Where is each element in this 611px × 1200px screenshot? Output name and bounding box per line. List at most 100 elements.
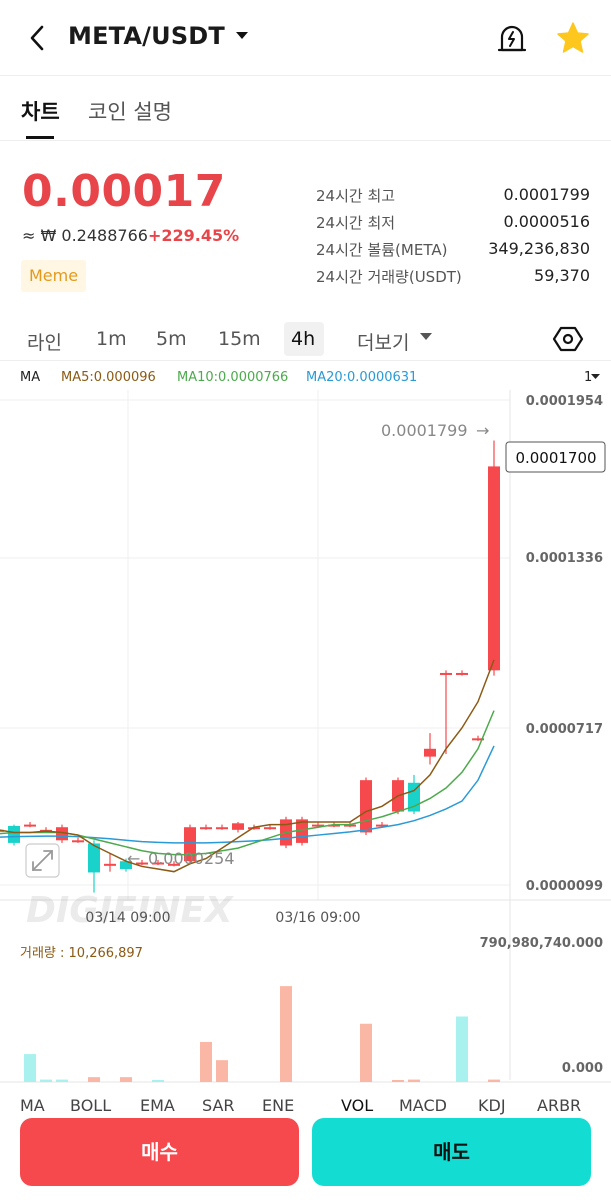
- stat-turnover-value: 59,370: [534, 266, 590, 285]
- indicator-macd[interactable]: MACD: [399, 1096, 447, 1115]
- intervals-divider: [0, 360, 611, 361]
- chevron-left-icon: [30, 25, 44, 51]
- tabs-divider: [0, 140, 611, 141]
- y-tick-label: 0.0000099: [526, 879, 603, 894]
- arrow-right-icon: →: [476, 421, 489, 440]
- indicator-kdj[interactable]: KDJ: [478, 1096, 506, 1115]
- indicator-ema[interactable]: EMA: [140, 1096, 175, 1115]
- hexagon-settings-icon: [552, 326, 584, 352]
- volume-bar: [56, 1079, 68, 1082]
- indicator-ene[interactable]: ENE: [262, 1096, 294, 1115]
- indicator-selector: MA BOLL EMA SAR ENE VOL MACD KDJ ARBR: [0, 1088, 611, 1118]
- moving-average-lines: [0, 659, 495, 873]
- chart-settings-button[interactable]: [552, 322, 584, 356]
- volume-bar: [40, 1079, 52, 1082]
- stat-turnover-label: 24시간 거래량(USDT): [316, 268, 462, 286]
- y-tick-label: 0.0001954: [526, 394, 603, 409]
- interval-more[interactable]: 더보기: [357, 328, 409, 355]
- candle-body: [8, 825, 20, 843]
- volume-bar: [408, 1079, 420, 1082]
- volume-bar: [120, 1077, 132, 1082]
- x-tick-label: 03/14 09:00: [85, 910, 170, 926]
- candles: [0, 440, 500, 893]
- candle-body: [264, 827, 276, 830]
- header: META/USDT: [0, 0, 611, 76]
- interval-line[interactable]: 라인: [27, 328, 62, 355]
- ma-label: MA: [20, 370, 41, 385]
- buy-button[interactable]: 매수: [20, 1118, 299, 1186]
- volume-bar: [360, 1023, 372, 1082]
- candle-body: [200, 827, 212, 830]
- tab-chart[interactable]: 차트: [21, 96, 60, 126]
- volume-bar: [488, 1079, 500, 1082]
- volume-bar: [280, 986, 292, 1082]
- caret-down-icon[interactable]: [591, 374, 600, 380]
- krw-price: ≈ ₩ 0.2488766: [22, 226, 148, 245]
- last-price: 0.00017: [22, 166, 226, 217]
- indicator-boll[interactable]: BOLL: [70, 1096, 111, 1115]
- ma20-value: MA20:0.0000631: [306, 370, 418, 385]
- star-icon: [557, 22, 589, 53]
- candle-body: [488, 466, 500, 671]
- high-price-label: 0.0001799: [381, 421, 468, 440]
- indicator-vol[interactable]: VOL: [341, 1096, 373, 1115]
- low-price-label: 0.0000254: [148, 849, 235, 868]
- indicator-ma[interactable]: MA: [20, 1096, 45, 1115]
- current-price-label: 0.0001700: [515, 449, 596, 467]
- ma5-line: [0, 659, 495, 873]
- candle-body: [104, 863, 116, 866]
- volume-label: 거래량 : 10,266,897: [20, 946, 143, 961]
- indicator-arbr[interactable]: ARBR: [537, 1096, 581, 1115]
- bell-alert-icon: [497, 25, 527, 52]
- sell-button[interactable]: 매도: [312, 1118, 591, 1186]
- candle-body: [456, 672, 468, 675]
- volume-bar: [200, 1041, 212, 1082]
- stat-low-label: 24시간 최저: [316, 214, 396, 232]
- volume-min-label: 0.000: [562, 1061, 603, 1076]
- volume-bar: [24, 1054, 36, 1082]
- category-tag[interactable]: Meme: [21, 260, 87, 292]
- indicator-sar[interactable]: SAR: [202, 1096, 235, 1115]
- interval-5m[interactable]: 5m: [156, 328, 187, 350]
- stat-high-label: 24시간 최고: [316, 187, 396, 205]
- candle-body: [424, 748, 436, 757]
- x-tick-label: 03/16 09:00: [275, 910, 360, 926]
- pair-title[interactable]: META/USDT: [68, 22, 225, 50]
- tab-coin-info[interactable]: 코인 설명: [88, 96, 172, 126]
- candle-body: [72, 840, 84, 843]
- volume-bar: [392, 1080, 404, 1082]
- volume-bars: [24, 986, 500, 1082]
- candle-body: [24, 824, 36, 827]
- arrow-left-icon: ←: [127, 849, 140, 868]
- candle-body: [216, 827, 228, 830]
- chart-grid: [0, 390, 611, 1083]
- tab-bar: 차트 코인 설명: [0, 76, 611, 140]
- stat-high-value: 0.0001799: [503, 185, 590, 204]
- ma10-line: [0, 710, 495, 856]
- candle-body: [232, 823, 244, 830]
- interval-15m[interactable]: 15m: [218, 328, 261, 350]
- candle-body: [440, 672, 452, 675]
- volume-bar: [152, 1080, 164, 1082]
- caret-down-icon[interactable]: [419, 332, 433, 341]
- tab-active-indicator: [26, 136, 54, 139]
- interval-1m[interactable]: 1m: [96, 328, 127, 350]
- interval-selector: 라인 1m 5m 15m 4h 더보기: [0, 318, 611, 358]
- ma10-value: MA10:0.0000766: [177, 370, 289, 385]
- volume-bar: [456, 1016, 468, 1082]
- back-button[interactable]: [22, 20, 54, 56]
- stat-volume-value: 349,236,830: [488, 239, 590, 258]
- y-tick-label: 0.0001336: [526, 551, 603, 566]
- candlestick-chart[interactable]: DIGIFINEX 0.0001954 0.0001336 0.0000717 …: [0, 390, 611, 1090]
- ma-legend: MA MA5:0.000096 MA10:0.0000766 MA20:0.00…: [0, 362, 611, 390]
- stat-low-value: 0.0000516: [503, 212, 590, 231]
- price-alert-button[interactable]: [494, 20, 530, 56]
- candle-body: [360, 780, 372, 833]
- caret-down-icon[interactable]: [234, 31, 250, 41]
- volume-bar: [88, 1077, 100, 1082]
- expand-chart-button[interactable]: [25, 843, 60, 878]
- favorite-button[interactable]: [554, 20, 592, 56]
- interval-4h[interactable]: 4h: [291, 328, 315, 350]
- volume-bar: [216, 1060, 228, 1082]
- y-tick-label: 0.0000717: [526, 722, 603, 737]
